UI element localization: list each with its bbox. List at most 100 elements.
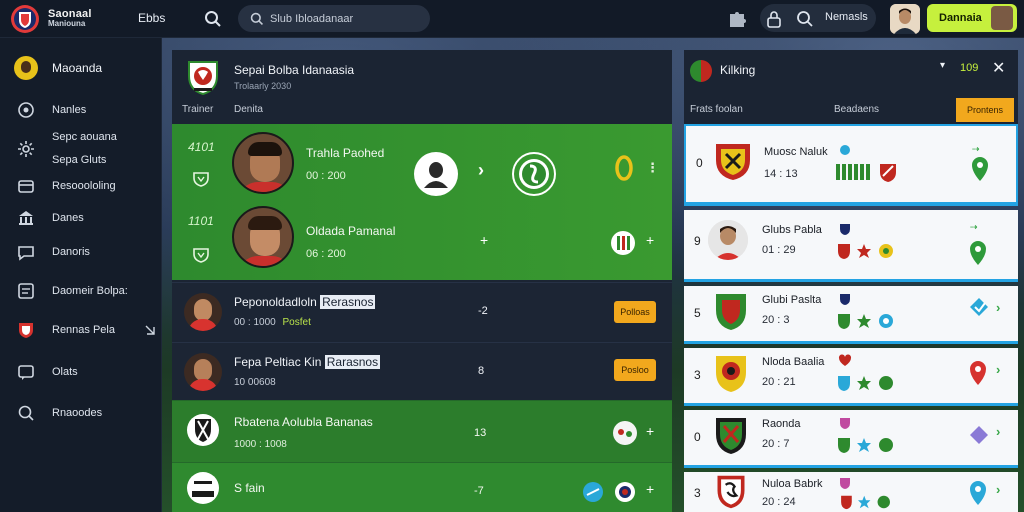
chevron-right-icon[interactable]: › (996, 424, 1000, 439)
column-header-right[interactable]: Beadaens (834, 104, 879, 115)
player-avatar[interactable] (184, 353, 222, 391)
brand-name[interactable]: Saonaal Maniouna (48, 9, 92, 29)
status-badge[interactable]: Polloas (614, 301, 656, 323)
add-icon[interactable]: + (646, 232, 654, 248)
account-label[interactable]: Nemasls (825, 11, 868, 23)
team-crest-icon (615, 482, 635, 502)
chevron-right-icon[interactable]: › (996, 300, 1000, 315)
promote-button[interactable]: Prontens (956, 98, 1014, 122)
chevron-right-icon[interactable]: › (478, 160, 484, 181)
settings-icon (18, 140, 34, 157)
wallet-icon (18, 180, 34, 193)
page-title: Sepai Bolba Idanaasia (234, 63, 355, 77)
list-item[interactable]: 3 Nloda Baalia 20 : 21 › (684, 348, 1018, 406)
sidebar-item-resooololing[interactable]: Resooololing (16, 176, 156, 196)
close-icon[interactable]: ✕ (992, 58, 1005, 78)
sidebar-item-label: Nanles (52, 104, 87, 116)
search-icon[interactable] (795, 9, 815, 29)
cta-button[interactable]: Dannaia (927, 4, 1017, 32)
club-name: Glubi Paslta (762, 294, 822, 306)
club-name: Raonda (762, 418, 801, 430)
chevron-down-icon[interactable]: ▾ (940, 60, 945, 71)
location-pin-icon[interactable] (968, 480, 988, 506)
player-avatar[interactable] (232, 206, 294, 268)
shield-icon (840, 418, 850, 429)
player-delta: -2 (478, 305, 488, 317)
list-item[interactable]: 0 Muosc Naluk 14 : 13 ⇢ (684, 124, 1018, 206)
tablet-icon (18, 283, 34, 299)
player-score: 06 : 200 (306, 248, 346, 260)
player-avatar[interactable] (708, 220, 748, 260)
team-badge[interactable] (512, 152, 556, 196)
chevron-right-icon[interactable]: › (996, 362, 1000, 377)
nav-link[interactable]: Ebbs (138, 11, 165, 25)
sidebar-item-rnaoodes[interactable]: Rnaoodes (16, 403, 156, 423)
player-name: Fepa Peltiac Kin Rarasnos (234, 355, 381, 369)
list-item[interactable]: 1101 Oldada Pamanal 06 : 200 + + (172, 202, 672, 280)
player-meta-text: 00 : 1000 (234, 317, 276, 328)
table-row[interactable]: Peponoldadloln Rerasnos 00 : 1000 Posfet… (172, 282, 672, 340)
rank-number: 9 (694, 234, 701, 248)
team-crest-icon (611, 231, 635, 255)
sidebar-item-danes[interactable]: Danes (16, 208, 156, 228)
avatar[interactable] (890, 4, 920, 34)
add-icon[interactable]: + (646, 423, 654, 439)
club-score: 01 : 29 (762, 244, 796, 256)
column-header-name[interactable]: Denita (234, 104, 263, 115)
brand-line-2: Maniouna (48, 19, 86, 28)
list-item[interactable]: 3 Nuloa Babrk 20 : 24 › (684, 472, 1018, 512)
club-crest-icon (716, 294, 746, 330)
player-meta-text: 10 00608 (234, 377, 276, 388)
column-header-left[interactable]: Frats foolan (690, 104, 743, 115)
ranking-counter: 109 (960, 62, 979, 74)
ranking-header: Kilking ▾ 109 ✕ Frats foolan Beadaens Pr… (684, 50, 1018, 124)
club-score: 20 : 3 (762, 314, 790, 326)
list-item[interactable]: 9 Glubs Pabla 01 : 29 ⇢ (684, 210, 1018, 282)
sidebar-item-olats[interactable]: Olats (16, 362, 156, 382)
add-icon[interactable]: + (646, 481, 654, 497)
table-row[interactable]: Rbatena Aolubla Bananas 1000 : 1008 13 + (172, 400, 672, 462)
sidebar: Maoanda Nanles Sepc aouana Sepa Gluts Re… (0, 38, 162, 512)
club-logo-icon[interactable] (10, 4, 40, 34)
list-item[interactable]: 5 Glubi Paslta 20 : 3 › (684, 286, 1018, 344)
team-badges-icon (838, 314, 893, 329)
search-icon[interactable] (204, 10, 222, 28)
sidebar-item-daomeir[interactable]: Daomeir Bolpa: (16, 281, 156, 301)
column-header-trainer[interactable]: Trainer (182, 104, 213, 115)
pin-icon (840, 145, 850, 155)
location-pin-icon[interactable] (968, 240, 988, 266)
club-name: Nuloa Babrk (762, 478, 823, 490)
table-row[interactable]: Fepa Peltiac Kin Rarasnos 10 00608 8 Pos… (172, 342, 672, 400)
list-item[interactable]: 0 Raonda 20 : 7 › (684, 410, 1018, 468)
club-crest-icon (716, 418, 746, 454)
top-bar: Saonaal Maniouna Ebbs Slub Ibloadanaar N… (0, 0, 1024, 38)
sidebar-user[interactable]: Maoanda (14, 56, 102, 80)
sidebar-item-sepc[interactable]: Sepc aouana Sepa Gluts (16, 130, 156, 167)
search-input[interactable]: Slub Ibloadanaar (238, 5, 430, 32)
status-badge[interactable]: Posloo (614, 359, 656, 381)
player-avatar[interactable] (184, 293, 222, 331)
sidebar-item-nanles[interactable]: Nanles (16, 100, 156, 120)
opponent-avatar[interactable] (414, 152, 458, 196)
brand-line-1: Saonaal (48, 8, 92, 20)
sidebar-item-rennas-pela[interactable]: Rennas Pela (16, 320, 156, 340)
club-name: Muosc Naluk (764, 146, 828, 158)
club-crest-icon (187, 414, 219, 446)
table-row[interactable]: S fain -7 + (172, 462, 672, 512)
player-avatar[interactable] (232, 132, 294, 194)
sidebar-item-danoris[interactable]: Danoris (16, 242, 156, 262)
pin-icon[interactable] (144, 324, 156, 336)
chevron-right-icon[interactable]: › (996, 482, 1000, 497)
puzzle-icon[interactable] (727, 9, 747, 29)
more-icon[interactable]: ⋮ (646, 160, 659, 176)
location-pin-icon[interactable] (968, 360, 988, 386)
location-pin-icon[interactable] (970, 156, 990, 182)
add-icon[interactable]: + (480, 232, 488, 248)
club-crest-icon[interactable] (186, 60, 220, 96)
shield-icon (840, 224, 850, 235)
club-score: 20 : 7 (762, 438, 790, 450)
lock-icon[interactable] (764, 9, 784, 29)
list-item[interactable]: 4101 Trahla Paohed 00 : 200 › ⋮ (172, 124, 672, 202)
bars-icon (836, 164, 870, 180)
bank-icon (19, 211, 33, 225)
